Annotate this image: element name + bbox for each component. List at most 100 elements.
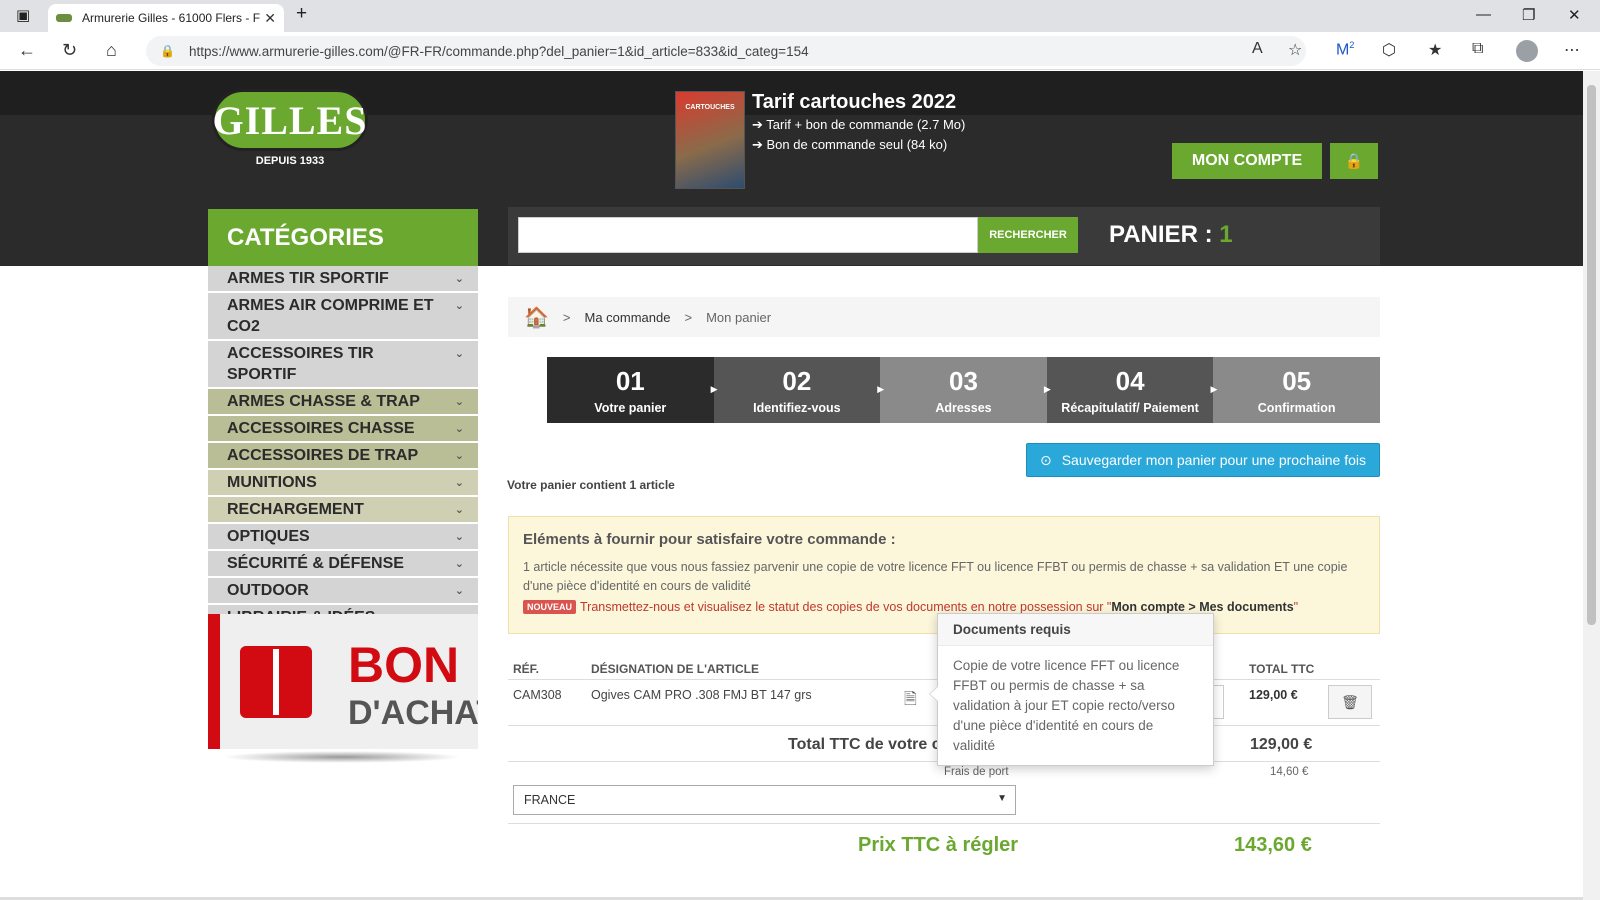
back-icon[interactable]: ←	[18, 40, 36, 61]
read-aloud-icon[interactable]: A	[1252, 40, 1263, 58]
banner-shadow	[222, 751, 462, 763]
site-logo[interactable]: GILLES DEPUIS 1933	[210, 85, 370, 175]
chevron-down-icon: ⌄	[454, 504, 464, 516]
search-bar: RECHERCHER PANIER : 1	[508, 207, 1380, 265]
url-field[interactable]: 🔒 https://www.armurerie-gilles.com/@FR-F…	[146, 36, 1306, 66]
checkout-step-5[interactable]: 05 Confirmation	[1213, 357, 1380, 423]
category-item[interactable]: SÉCURITÉ & DÉFENSE ⌄	[208, 551, 478, 578]
my-account-button[interactable]: MON COMPTE	[1172, 143, 1322, 179]
profile-avatar[interactable]	[1516, 40, 1538, 62]
new-tab-icon[interactable]: +	[296, 3, 307, 25]
lock-icon[interactable]: 🔒	[160, 44, 175, 58]
save-cart-button[interactable]: ⊙ Sauvegarder mon panier pour une procha…	[1026, 443, 1380, 477]
category-item[interactable]: OPTIQUES ⌄	[208, 524, 478, 551]
voucher-line2: D'ACHAT	[348, 694, 478, 732]
url-text: https://www.armurerie-gilles.com/@FR-FR/…	[188, 43, 809, 59]
tab-actions-icon[interactable]: ▣	[16, 6, 30, 24]
search-button[interactable]: RECHERCHER	[978, 217, 1078, 253]
checkout-step-3[interactable]: 03 Adresses ▶	[880, 357, 1051, 423]
popover-arrow-inner	[930, 686, 939, 702]
scrollbar-thumb[interactable]	[1587, 85, 1596, 625]
chevron-down-icon: ▼	[997, 793, 1007, 804]
delete-item-button[interactable]: 🗑	[1328, 685, 1372, 719]
tarif-order-link[interactable]: ➔ Bon de commande seul (84 ko)	[752, 137, 947, 153]
category-item[interactable]: RECHARGEMENT ⌄	[208, 497, 478, 524]
cart-label: PANIER :	[1109, 221, 1220, 248]
shipping-value: 14,60 €	[1270, 766, 1309, 778]
favorites-icon[interactable]: ★	[1428, 40, 1442, 60]
new-badge: NOUVEAU	[523, 600, 577, 614]
close-tab-icon[interactable]: ✕	[264, 10, 276, 27]
breadcrumb-ma-commande[interactable]: Ma commande	[585, 310, 671, 325]
step-number: 01	[615, 365, 645, 396]
tarif-full-link[interactable]: ➔ Tarif + bon de commande (2.7 Mo)	[752, 117, 965, 133]
extension-badge: 2	[1349, 40, 1355, 50]
category-item[interactable]: ARMES TIR SPORTIF ⌄	[208, 266, 478, 293]
checkout-step-4[interactable]: 04 Récapitulatif/ Paiement ▶	[1046, 357, 1217, 423]
chevron-down-icon: ⌄	[454, 300, 464, 312]
close-window-icon[interactable]: ✕	[1568, 6, 1581, 24]
country-value: FRANCE	[524, 793, 576, 807]
breadcrumb-home-icon[interactable]: 🏠	[524, 305, 549, 330]
step-number: 04	[1115, 365, 1145, 396]
category-label: ACCESSOIRES TIR SPORTIF	[227, 345, 374, 383]
total-label: Total TTC de votre c	[788, 736, 941, 753]
add-favorite-icon[interactable]: ☆	[1288, 40, 1302, 60]
my-documents-link[interactable]: Mon compte > Mes documents	[1111, 600, 1293, 614]
country-select[interactable]: FRANCE ▼	[513, 785, 1016, 815]
category-item[interactable]: MUNITIONS ⌄	[208, 470, 478, 497]
checkout-step-1[interactable]: 01 Votre panier ▶	[547, 357, 718, 423]
shipping-label: Frais de port	[944, 766, 1009, 778]
step-label: Récapitulatif/ Paiement	[1061, 400, 1199, 415]
category-label: OUTDOOR	[227, 582, 309, 599]
category-label: ARMES TIR SPORTIF	[227, 270, 389, 287]
logo-since: DEPUIS 1933	[255, 155, 325, 167]
category-item[interactable]: OUTDOOR ⌄	[208, 578, 478, 605]
extension-icon[interactable]: M2	[1336, 40, 1354, 59]
popover-title: Documents requis	[938, 614, 1213, 646]
document-icon[interactable]: 🗎	[904, 688, 917, 715]
new-notice-text: Transmettez-nous et visualisez le statut…	[580, 600, 1112, 614]
item-name[interactable]: Ogives CAM PRO .308 FMJ BT 147 grs	[591, 688, 812, 702]
reload-icon[interactable]: ↻	[62, 40, 77, 61]
tarif-title: Tarif cartouches 2022	[752, 91, 957, 113]
collections-icon[interactable]: ⧉	[1472, 40, 1483, 58]
restore-icon[interactable]: ❐	[1522, 6, 1535, 24]
checkout-step-2[interactable]: 02 Identifiez-vous ▶	[713, 357, 884, 423]
logout-lock-button[interactable]: 🔒	[1330, 143, 1378, 179]
step-arrow-icon: ▶	[1043, 384, 1051, 394]
step-number: 02	[782, 365, 812, 396]
catalog-cover-image[interactable]: CARTOUCHES	[675, 91, 745, 189]
pay-label: Prix TTC à régler	[858, 834, 1019, 856]
category-item[interactable]: ACCESSOIRES DE TRAP ⌄	[208, 443, 478, 470]
col-ref: RÉF.	[513, 662, 540, 676]
category-item[interactable]: ACCESSOIRES CHASSE ⌄	[208, 416, 478, 443]
browser-tab[interactable]: Armurerie Gilles - 61000 Flers - F ✕	[48, 4, 284, 32]
gift-voucher-banner[interactable]: BON D'ACHAT	[208, 614, 478, 749]
extensions-icon[interactable]: ⬡	[1382, 40, 1396, 60]
site-favicon-icon	[56, 14, 72, 22]
category-item[interactable]: ACCESSOIRES TIR SPORTIF ⌄	[208, 341, 478, 389]
category-item[interactable]: ARMES CHASSE & TRAP ⌄	[208, 389, 478, 416]
total-value: 129,00 €	[1250, 736, 1313, 753]
minimize-icon[interactable]: —	[1476, 6, 1491, 23]
breadcrumb: 🏠 > Ma commande > Mon panier	[508, 297, 1380, 337]
category-label: ARMES CHASSE & TRAP	[227, 393, 420, 410]
chevron-down-icon: ⌄	[454, 531, 464, 543]
category-label: ACCESSOIRES CHASSE	[227, 420, 415, 437]
chevron-down-icon: ⌄	[454, 423, 464, 435]
alert-title: Eléments à fournir pour satisfaire votre…	[523, 531, 896, 548]
category-item[interactable]: ARMES AIR COMPRIME ET CO2 ⌄	[208, 293, 478, 341]
breadcrumb-mon-panier: Mon panier	[706, 309, 772, 325]
home-icon[interactable]: ⌂	[106, 40, 117, 61]
breadcrumb-separator: >	[562, 309, 571, 325]
more-menu-icon[interactable]: ⋯	[1564, 40, 1580, 60]
catalog-cover-text: CARTOUCHES	[685, 104, 735, 111]
address-bar-row: ← ↻ ⌂ 🔒 https://www.armurerie-gilles.com…	[0, 32, 1600, 70]
page-scrollbar[interactable]	[1583, 71, 1600, 900]
logo-wordmark: GILLES	[212, 89, 368, 151]
site-header: GILLES DEPUIS 1933 CARTOUCHES Tarif cart…	[0, 71, 1583, 266]
cart-summary[interactable]: PANIER : 1	[1109, 221, 1233, 249]
search-input[interactable]	[518, 217, 978, 253]
col-total: TOTAL TTC	[1249, 662, 1315, 676]
